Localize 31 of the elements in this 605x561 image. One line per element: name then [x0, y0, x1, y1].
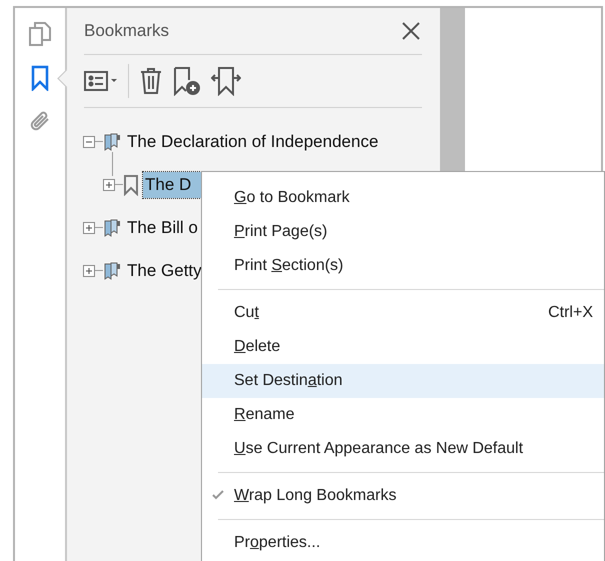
expand-toggle[interactable] [83, 222, 95, 234]
menu-item[interactable]: Print Section(s) [202, 249, 604, 283]
book-icon [103, 260, 121, 280]
menu-item[interactable]: Wrap Long Bookmarks [202, 479, 604, 513]
pages-button[interactable] [26, 20, 54, 48]
menu-item[interactable]: Print Page(s) [202, 215, 604, 249]
expand-bookmark-button[interactable] [211, 66, 241, 96]
menu-item[interactable]: Go to Bookmark [202, 181, 604, 215]
shortcut-text: Ctrl+X [548, 304, 593, 322]
bookmark-item[interactable]: The Declaration of Independence [125, 128, 380, 154]
menu-item[interactable]: Cut Ctrl+X [202, 296, 604, 330]
menu-item[interactable]: Use Current Appearance as New Default [202, 432, 604, 466]
bookmark-item[interactable]: The Bill o [125, 214, 200, 240]
new-bookmark-button[interactable] [173, 66, 201, 96]
menu-item[interactable]: Rename [202, 398, 604, 432]
bookmark-icon [31, 65, 49, 91]
bookmark-icon [123, 174, 139, 196]
expand-toggle[interactable] [83, 264, 95, 276]
panel-title: Bookmarks [84, 21, 170, 41]
menu-item[interactable]: Set Destination [202, 364, 604, 398]
trash-button[interactable] [139, 66, 163, 96]
check-icon [212, 490, 224, 500]
close-button[interactable] [400, 20, 422, 42]
pages-icon [28, 21, 52, 47]
menu-item[interactable]: Properties... [202, 526, 604, 560]
menu-item[interactable]: Delete [202, 330, 604, 364]
collapse-toggle[interactable] [83, 136, 95, 148]
book-icon [103, 132, 121, 152]
expand-toggle[interactable] [103, 178, 115, 190]
bookmark-item[interactable]: The Getty [125, 258, 204, 284]
book-icon [103, 218, 121, 238]
